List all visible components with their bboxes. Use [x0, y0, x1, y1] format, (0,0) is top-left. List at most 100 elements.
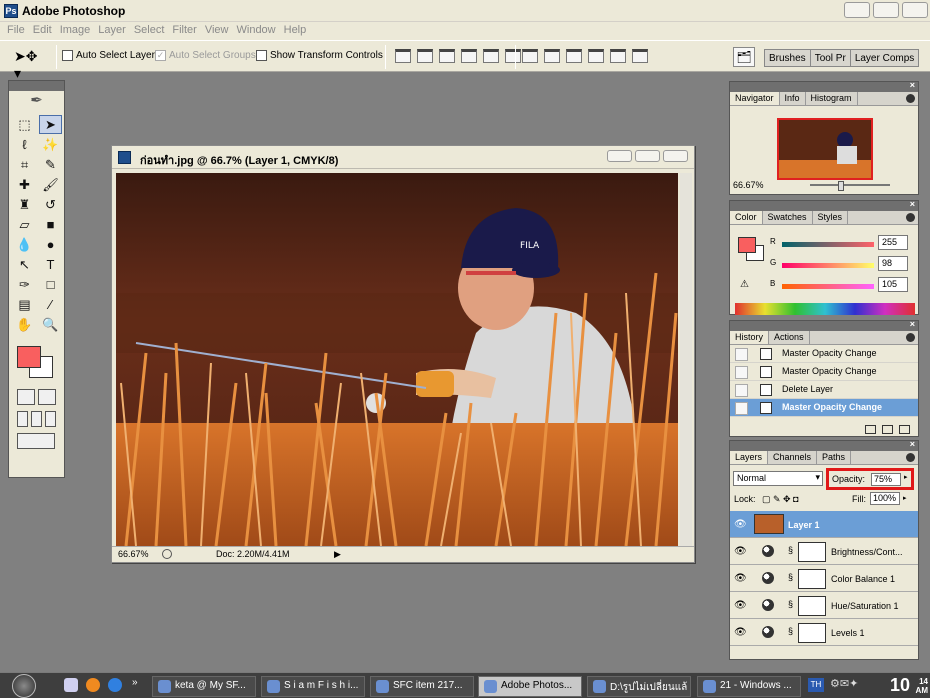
auto-select-layer-checkbox[interactable]: Auto Select Layer	[62, 50, 155, 61]
align-vcenter-icon[interactable]	[417, 49, 433, 63]
status-menu-arrow-icon[interactable]: ▶	[334, 549, 341, 560]
panel-close-icon[interactable]: ×	[910, 319, 915, 329]
dodge-tool-icon[interactable]: ●	[39, 235, 62, 254]
well-tab-brushes[interactable]: Brushes	[764, 49, 811, 67]
screen-mode-standard-icon[interactable]	[17, 411, 28, 427]
eyedropper-tool-icon[interactable]: ⁄	[39, 295, 62, 314]
color-spectrum-bar[interactable]	[735, 303, 915, 315]
layer-row[interactable]: 👁 § Brightness/Cont...	[730, 538, 918, 565]
distribute-right-icon[interactable]	[632, 49, 648, 63]
browser-icon[interactable]	[86, 678, 100, 692]
align-hcenter-icon[interactable]	[483, 49, 499, 63]
layer-row[interactable]: 👁 § Color Balance 1	[730, 565, 918, 592]
distribute-left-icon[interactable]	[588, 49, 604, 63]
feather-logo-icon[interactable]: ✒	[9, 91, 64, 113]
align-bottom-icon[interactable]	[439, 49, 455, 63]
shape-tool-icon[interactable]: □	[39, 275, 62, 294]
slice-tool-icon[interactable]: ✎	[39, 155, 62, 174]
zoom-tool-icon[interactable]: 🔍	[39, 315, 62, 334]
task-item[interactable]: SFC item 217...	[370, 676, 474, 697]
panel-close-icon[interactable]: ×	[910, 80, 915, 90]
panel-close-icon[interactable]: ×	[910, 199, 915, 209]
pen-tool-icon[interactable]: ✑	[13, 275, 36, 294]
well-tab-layer-comps[interactable]: Layer Comps	[849, 49, 920, 67]
task-item-active[interactable]: Adobe Photos...	[478, 676, 582, 697]
document-title-bar[interactable]: ก่อนทำ.jpg @ 66.7% (Layer 1, CMYK/8)	[112, 146, 694, 169]
tab-paths[interactable]: Paths	[817, 451, 852, 464]
distribute-hcenter-icon[interactable]	[610, 49, 626, 63]
opacity-arrow-icon[interactable]: ▸	[904, 473, 908, 481]
blue-value-field[interactable]: 105	[878, 277, 908, 292]
tab-info[interactable]: Info	[780, 92, 806, 105]
doc-minimize-button[interactable]	[607, 150, 632, 162]
gradient-tool-icon[interactable]: ■	[39, 215, 62, 234]
show-desktop-icon[interactable]	[64, 678, 78, 692]
panel-menu-icon[interactable]	[906, 333, 915, 342]
tab-swatches[interactable]: Swatches	[763, 211, 813, 224]
new-snapshot-icon[interactable]	[865, 425, 876, 434]
blend-mode-select[interactable]: Normal ▾	[733, 471, 823, 486]
close-button[interactable]	[902, 2, 928, 18]
menu-filter[interactable]: Filter	[168, 22, 200, 40]
well-tab-tool-presets[interactable]: Tool Pr	[809, 49, 851, 67]
menu-layer[interactable]: Layer	[94, 22, 130, 40]
color-foreground-swatch[interactable]	[738, 237, 756, 253]
tab-channels[interactable]: Channels	[768, 451, 818, 464]
tab-history[interactable]: History	[730, 331, 770, 344]
history-item[interactable]: Delete Layer	[730, 381, 918, 399]
navigator-thumbnail[interactable]	[777, 118, 873, 180]
notes-tool-icon[interactable]: ▤	[13, 295, 36, 314]
navigator-zoom[interactable]: 66.67%	[733, 180, 764, 190]
quick-mask-mode-icon[interactable]	[38, 389, 56, 405]
toolbox-header[interactable]	[9, 81, 64, 91]
brush-tool-icon[interactable]: 🖌	[39, 175, 62, 194]
more-icon[interactable]: »	[132, 677, 138, 688]
doc-maximize-button[interactable]	[635, 150, 660, 162]
menu-select[interactable]: Select	[130, 22, 169, 40]
clone-stamp-tool-icon[interactable]: ♜	[13, 195, 36, 214]
menu-help[interactable]: Help	[280, 22, 311, 40]
standard-mode-icon[interactable]	[17, 389, 35, 405]
eye-icon[interactable]: 👁	[734, 546, 747, 557]
lasso-tool-icon[interactable]: ℓ	[13, 135, 36, 154]
green-slider[interactable]	[782, 263, 874, 268]
history-snapshot-box[interactable]	[735, 402, 748, 415]
move-tool-preset-icon[interactable]: ➤✥ ▾	[14, 48, 48, 81]
move-tool-icon[interactable]: ➤	[39, 115, 62, 134]
eraser-tool-icon[interactable]: ▱	[13, 215, 36, 234]
eye-icon[interactable]: 👁	[734, 573, 747, 584]
jump-to-imageready-icon[interactable]	[17, 433, 55, 449]
auto-select-groups-checkbox[interactable]: ✓ Auto Select Groups	[155, 50, 256, 61]
red-slider[interactable]	[782, 242, 874, 247]
file-browser-icon[interactable]: 🗂	[733, 47, 755, 67]
navigator-zoom-slider[interactable]	[810, 184, 890, 186]
distribute-vcenter-icon[interactable]	[544, 49, 560, 63]
hand-tool-icon[interactable]: ✋	[13, 315, 36, 334]
blue-slider[interactable]	[782, 284, 874, 289]
layer-row[interactable]: 👁 § Levels 1	[730, 619, 918, 646]
document-scrollbar[interactable]	[680, 173, 692, 546]
menu-file[interactable]: File	[3, 22, 29, 40]
create-document-icon[interactable]	[882, 425, 893, 434]
blur-tool-icon[interactable]: 💧	[13, 235, 36, 254]
green-value-field[interactable]: 98	[878, 256, 908, 271]
distribute-top-icon[interactable]	[522, 49, 538, 63]
tab-actions[interactable]: Actions	[769, 331, 810, 344]
screen-mode-menu-icon[interactable]	[31, 411, 42, 427]
panel-close-icon[interactable]: ×	[910, 441, 915, 449]
distribute-bottom-icon[interactable]	[566, 49, 582, 63]
path-selection-tool-icon[interactable]: ↖	[13, 255, 36, 274]
foreground-color-swatch[interactable]	[17, 346, 41, 368]
menu-image[interactable]: Image	[56, 22, 95, 40]
tab-layers[interactable]: Layers	[730, 451, 769, 464]
history-item[interactable]: Master Opacity Change	[730, 363, 918, 381]
align-left-icon[interactable]	[461, 49, 477, 63]
screen-mode-full-icon[interactable]	[45, 411, 56, 427]
maximize-button[interactable]	[873, 2, 899, 18]
fill-arrow-icon[interactable]: ▸	[903, 494, 907, 502]
start-button[interactable]	[12, 674, 36, 698]
panel-menu-icon[interactable]	[906, 94, 915, 103]
layer-row[interactable]: 👁 § Hue/Saturation 1	[730, 592, 918, 619]
magic-wand-tool-icon[interactable]: ✨	[39, 135, 62, 154]
history-snapshot-box[interactable]	[735, 384, 748, 397]
